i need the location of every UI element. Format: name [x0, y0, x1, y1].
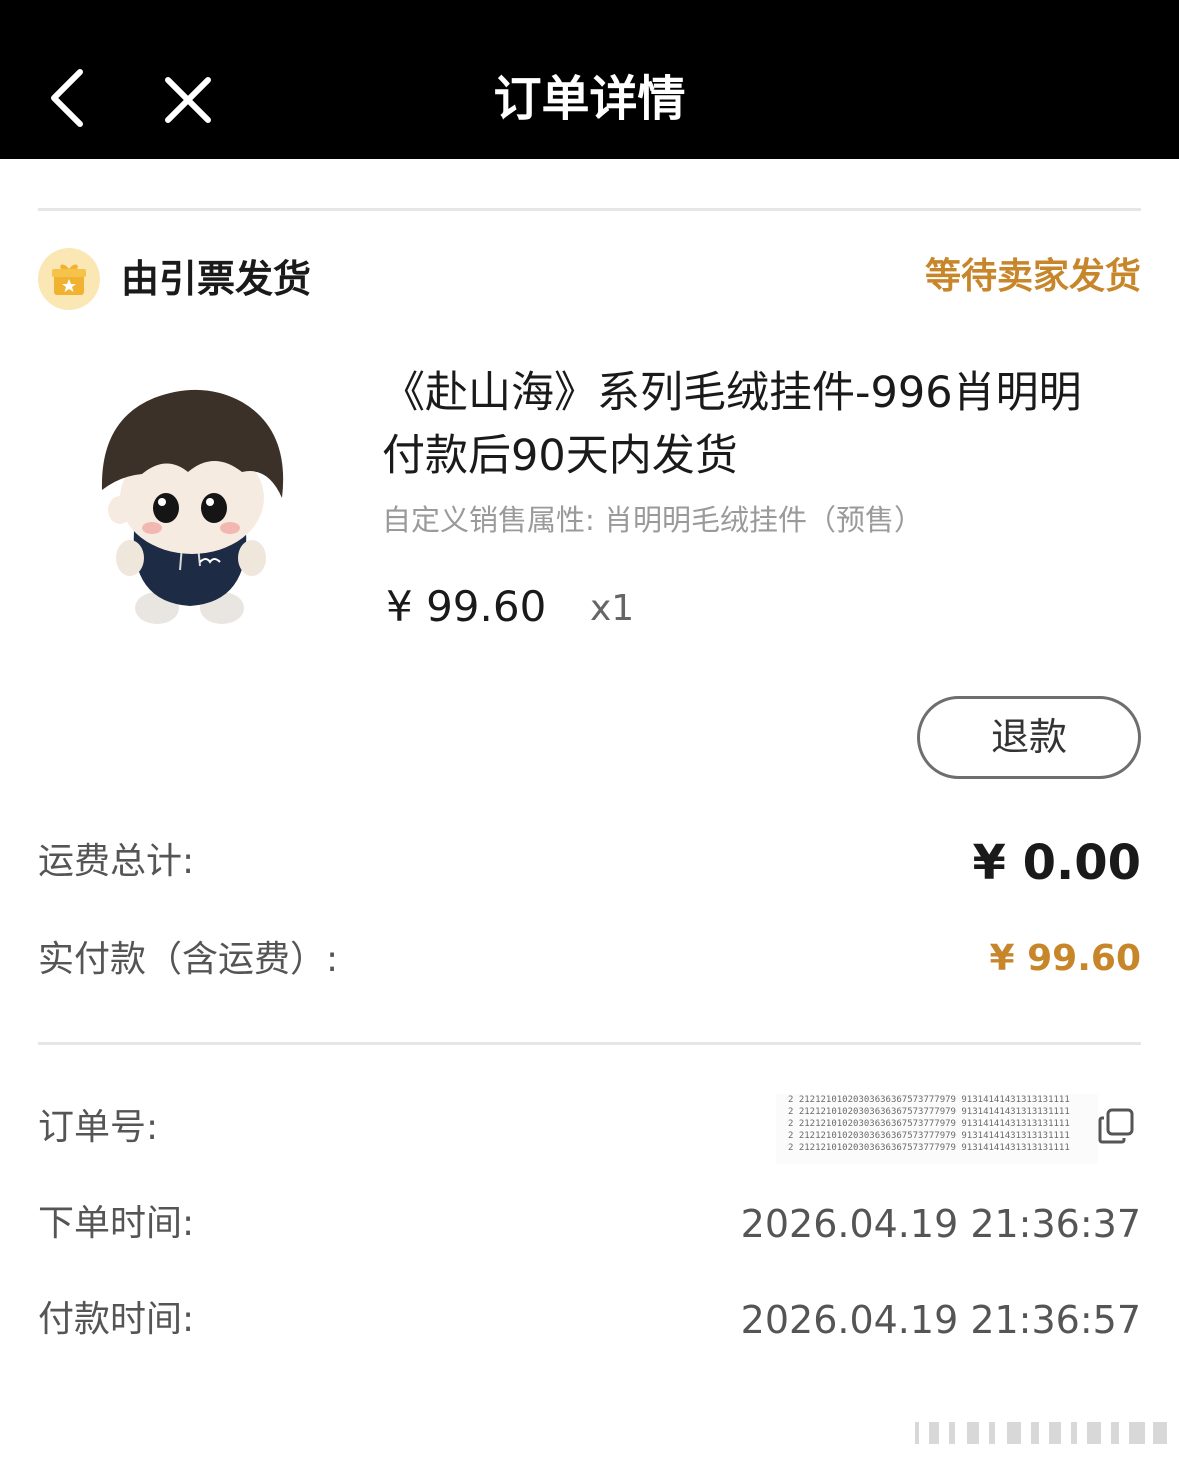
paid-amount-value: ¥ 99.60 [989, 938, 1141, 979]
home-indicator [915, 1422, 1167, 1444]
shop-name: 由引票发货 [121, 257, 312, 301]
order-number-line: 2 21212101020303636367573777979 91314141… [788, 1143, 1070, 1153]
pay-time-label: 付款时间: [38, 1299, 195, 1340]
divider [38, 208, 1141, 211]
shipping-note: 付款后90天内发货 [382, 431, 738, 481]
order-number-value: 2 21212101020303636367573777979 91314141… [776, 1094, 1098, 1164]
order-number-line: 2 21212101020303636367573777979 91314141… [788, 1119, 1070, 1129]
page-title: 订单详情 [493, 71, 686, 127]
order-number-line: 2 21212101020303636367573777979 91314141… [788, 1131, 1070, 1141]
order-time-value: 2026.04.19 21:36:37 [740, 1202, 1141, 1246]
order-number-line: 2 21212101020303636367573777979 91314141… [788, 1107, 1070, 1117]
plush-doll-image[interactable] [92, 380, 292, 630]
copy-icon[interactable] [1096, 1106, 1136, 1146]
shop-row[interactable]: 由引票发货 等待卖家发货 [38, 246, 1141, 312]
paid-amount-label: 实付款（含运费）: [38, 939, 339, 980]
gift-icon [38, 248, 100, 310]
product-name[interactable]: 《赴山海》系列毛绒挂件-996肖明明 [382, 362, 1152, 425]
pay-time-value: 2026.04.19 21:36:57 [740, 1298, 1141, 1342]
shipping-total-value: ¥ 0.00 [972, 835, 1141, 891]
product-quantity: x1 [590, 588, 635, 629]
shipping-total-label: 运费总计: [38, 841, 195, 882]
product-price: ¥ 99.60 [386, 582, 547, 631]
order-status-label: 等待卖家发货 [924, 256, 1141, 297]
product-title[interactable]: 《赴山海》系列毛绒挂件-996肖明明 付款后90天内发货 [382, 362, 1152, 488]
order-number-line: 2 21212101020303636367573777979 91314141… [788, 1095, 1070, 1105]
product-attribute: 自定义销售属性: 肖明明毛绒挂件（预售） [382, 503, 923, 537]
refund-button[interactable]: 退款 [917, 696, 1141, 779]
order-time-label: 下单时间: [38, 1203, 195, 1244]
divider [38, 1042, 1141, 1045]
order-number-label: 订单号: [38, 1107, 159, 1148]
top-nav-bar: 订单详情 [0, 0, 1179, 159]
